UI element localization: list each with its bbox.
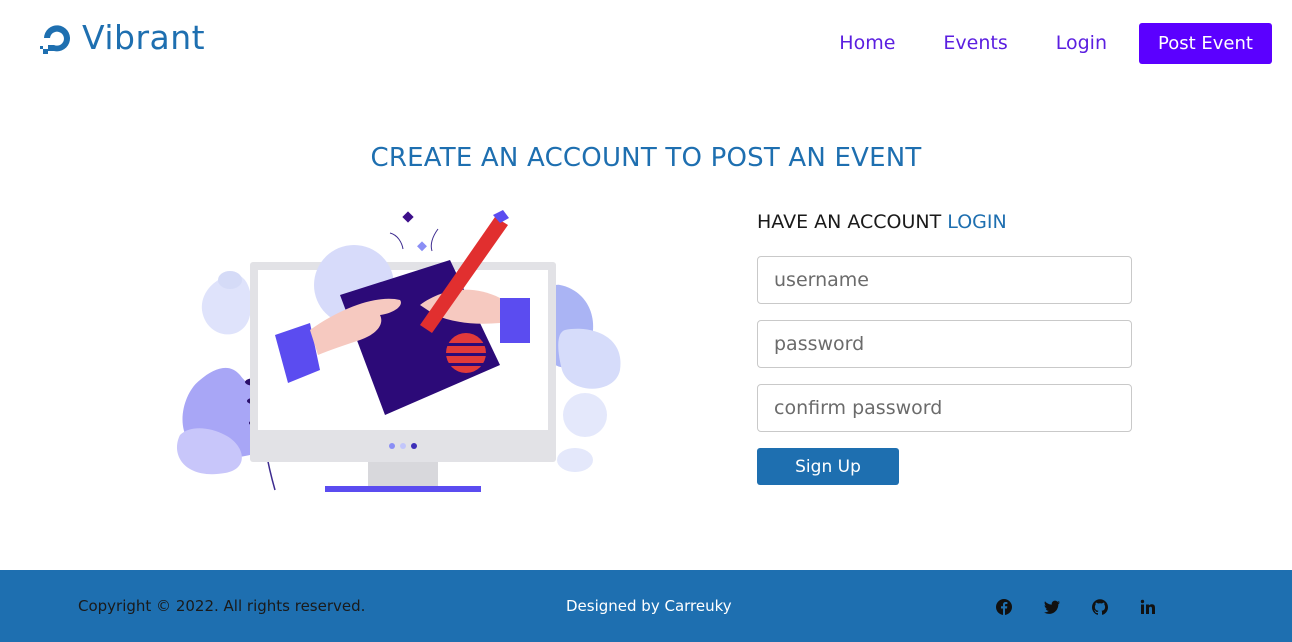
twitter-icon[interactable] xyxy=(1044,599,1060,615)
page-title: CREATE AN ACCOUNT TO POST AN EVENT xyxy=(370,143,922,173)
username-input[interactable] xyxy=(757,256,1132,304)
nav-events-link[interactable]: Events xyxy=(943,23,1007,64)
signup-form: HAVE AN ACCOUNT LOGIN Sign Up xyxy=(757,208,1132,485)
post-event-button[interactable]: Post Event xyxy=(1139,23,1272,64)
main-nav: Home Events Login Post Event xyxy=(839,23,1272,64)
have-account-text: HAVE AN ACCOUNT xyxy=(757,211,942,233)
brand-name: Vibrant xyxy=(82,18,206,57)
github-icon[interactable] xyxy=(1092,599,1108,615)
sign-up-button[interactable]: Sign Up xyxy=(757,448,899,485)
signup-illustration xyxy=(177,210,621,492)
signup-page: Vibrant Home Events Login Post Event CRE… xyxy=(0,0,1292,642)
nav-home-link[interactable]: Home xyxy=(839,23,895,64)
brand-logo[interactable]: Vibrant xyxy=(40,18,205,58)
designer-credit: Designed by Carreuky xyxy=(566,597,732,615)
footer: Copyright © 2022. All rights reserved. D… xyxy=(0,570,1292,642)
social-links xyxy=(996,599,1188,615)
login-link[interactable]: LOGIN xyxy=(947,211,1006,233)
copyright-text: Copyright © 2022. All rights reserved. xyxy=(78,597,366,615)
facebook-icon[interactable] xyxy=(996,599,1012,615)
have-account-prompt: HAVE AN ACCOUNT LOGIN xyxy=(757,208,1132,236)
linkedin-icon[interactable] xyxy=(1140,599,1156,615)
password-input[interactable] xyxy=(757,320,1132,368)
logo-icon xyxy=(40,25,70,54)
confirm-password-input[interactable] xyxy=(757,384,1132,432)
nav-login-link[interactable]: Login xyxy=(1056,23,1107,64)
